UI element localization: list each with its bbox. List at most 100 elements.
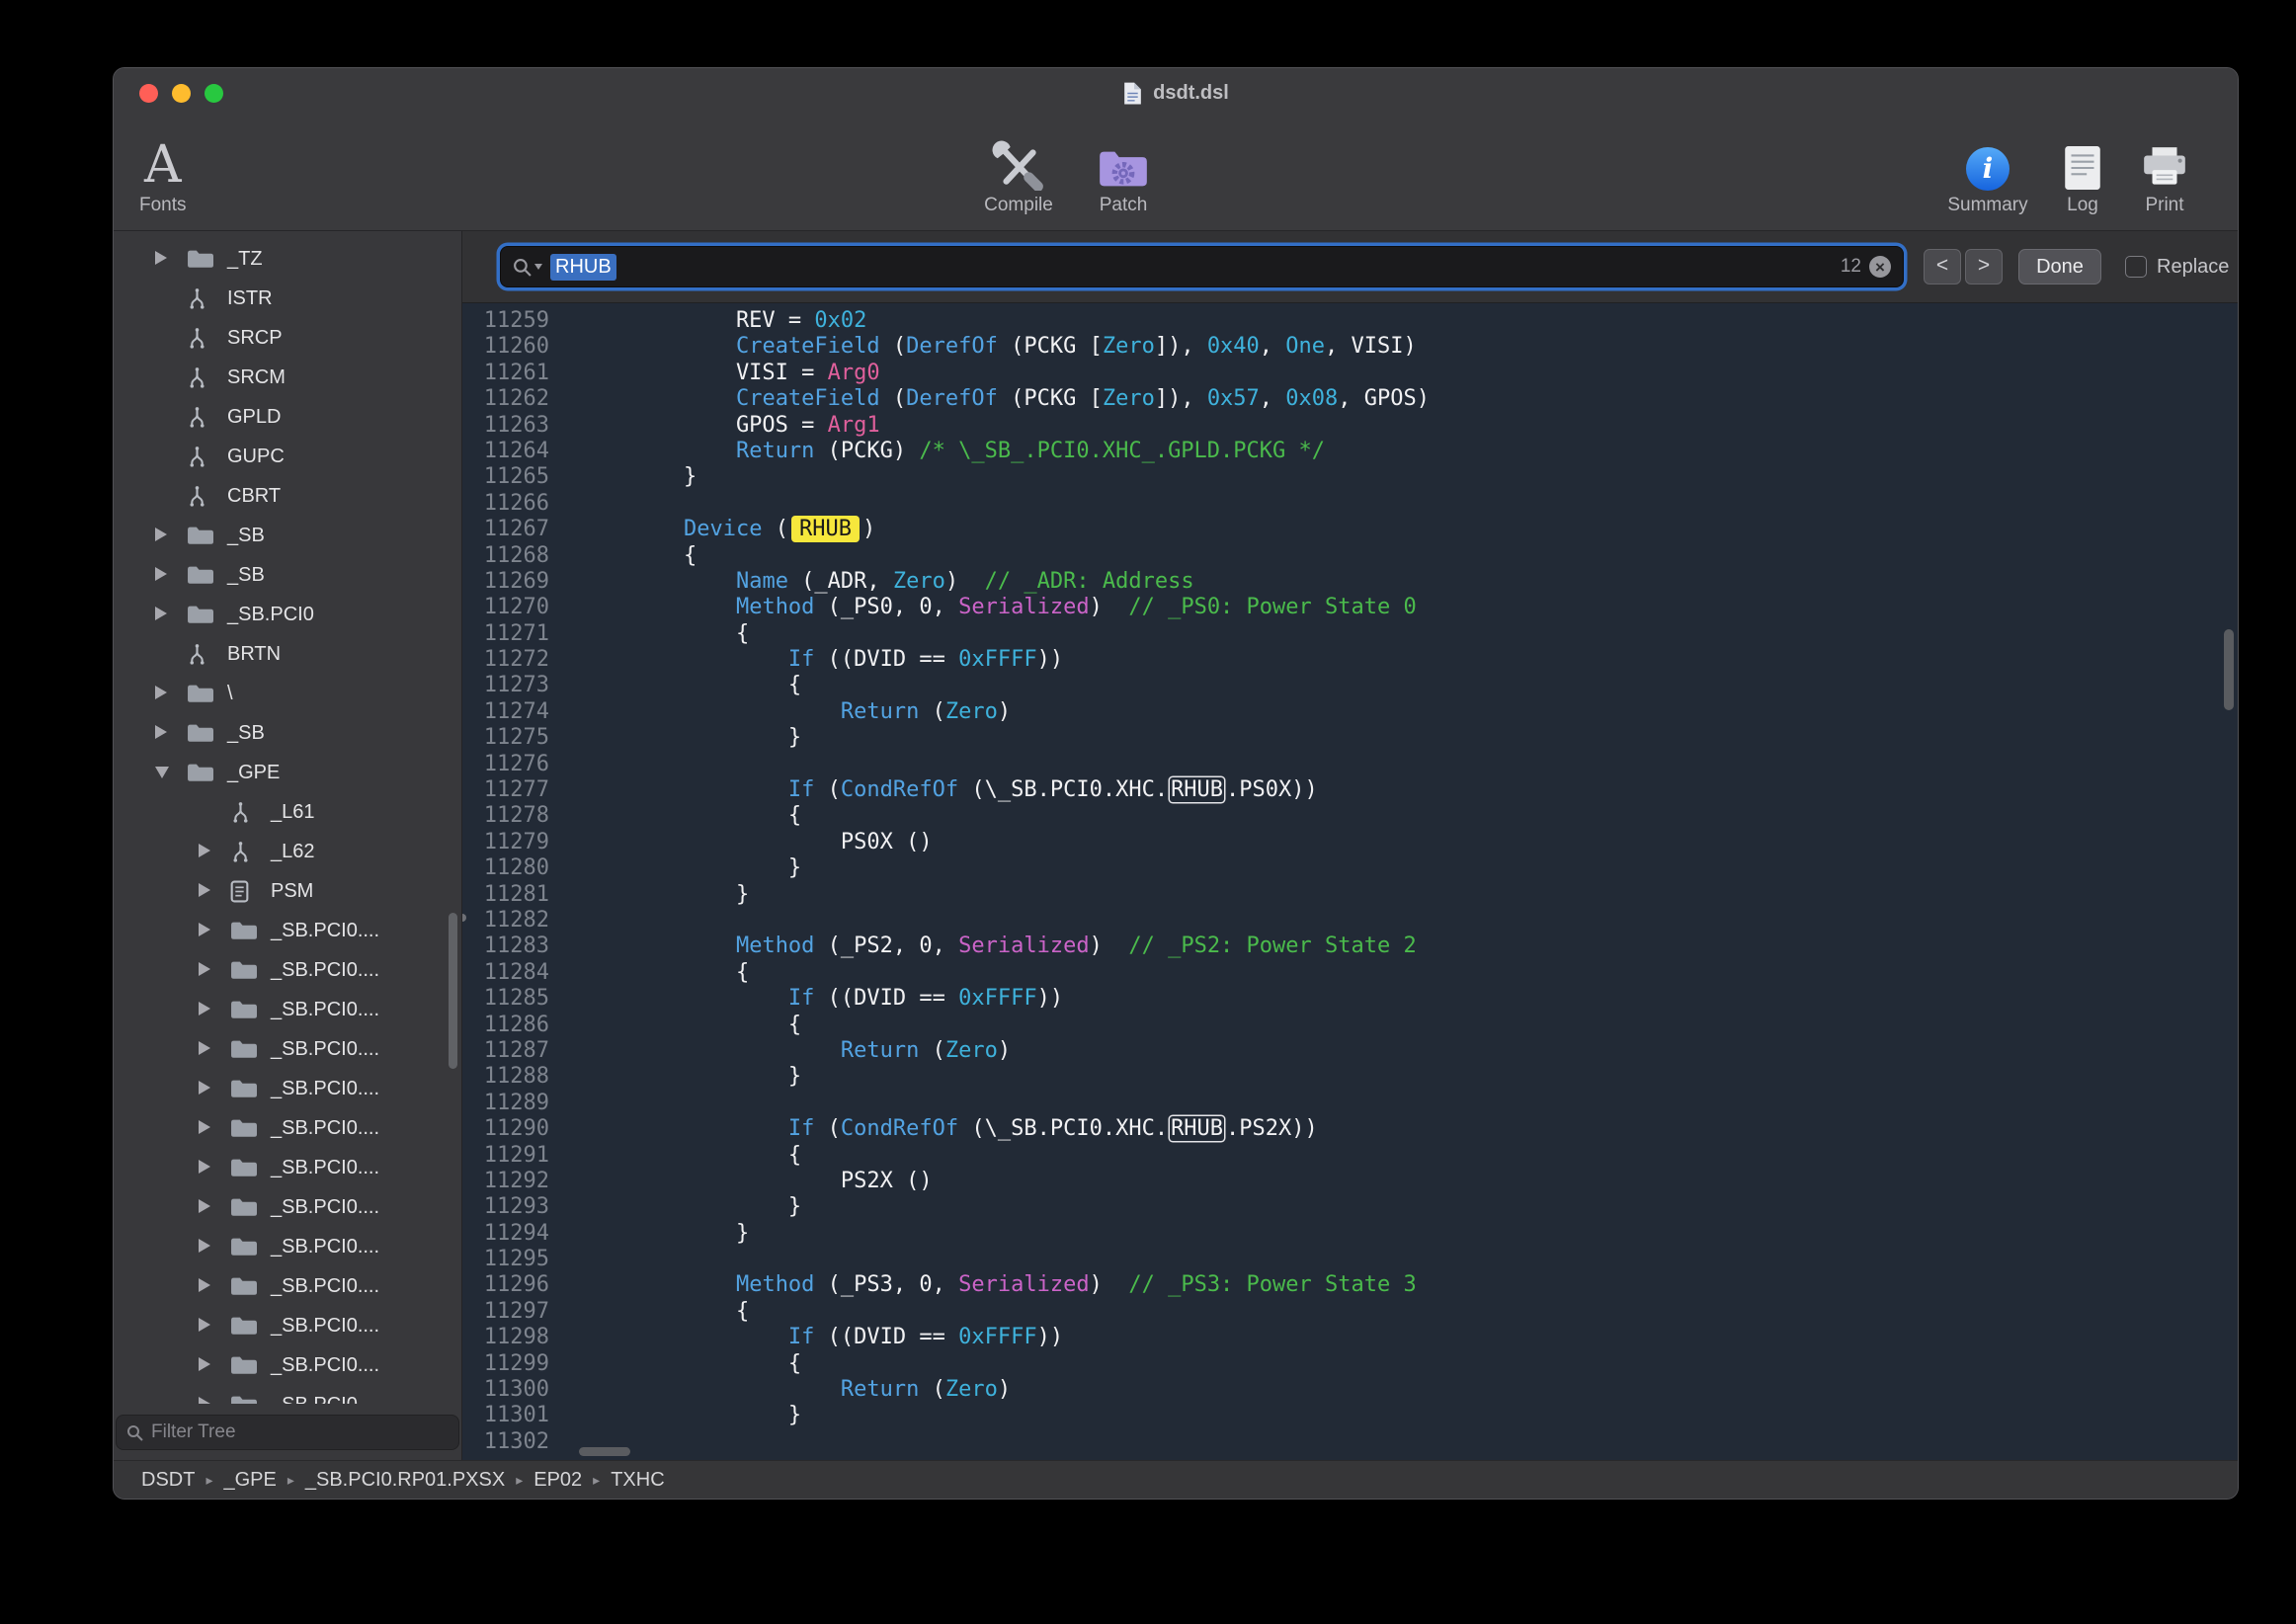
tree-item-_sb[interactable]: _SB xyxy=(114,713,461,753)
disclosure-triangle[interactable] xyxy=(199,1117,216,1140)
previous-match-button[interactable]: < xyxy=(1924,249,1961,284)
tree-item-_sbpci0[interactable]: _SB.PCI0 xyxy=(114,595,461,634)
code-line[interactable]: 11279 PS0X () xyxy=(462,830,2238,855)
tree-item-brtn[interactable]: BRTN xyxy=(114,634,461,674)
code-editor[interactable]: 11259 REV = 0x0211260 CreateField (Deref… xyxy=(462,303,2238,1461)
tree-item-psm[interactable]: PSM xyxy=(114,871,461,911)
find-input[interactable]: RHUB 12 × xyxy=(500,246,1904,287)
code-line[interactable]: 11274 Return (Zero) xyxy=(462,699,2238,725)
breadcrumb-item[interactable]: DSDT xyxy=(141,1469,195,1492)
disclosure-triangle[interactable] xyxy=(199,880,216,903)
sidebar-scrollbar[interactable] xyxy=(449,913,457,1069)
code-line[interactable]: 11302 xyxy=(462,1429,2238,1455)
code-line[interactable]: 11264 Return (PCKG) /* \_SB_.PCI0.XHC_.G… xyxy=(462,439,2238,464)
code-line[interactable]: 11293 } xyxy=(462,1194,2238,1220)
tree-item-istr[interactable]: ISTR xyxy=(114,279,461,318)
breadcrumb-item[interactable]: _SB.PCI0.RP01.PXSX xyxy=(305,1469,505,1492)
tree-item-_sb[interactable]: _SB xyxy=(114,516,461,555)
clear-search-icon[interactable]: × xyxy=(1869,256,1891,278)
code-line[interactable]: 11263 GPOS = Arg1 xyxy=(462,413,2238,439)
code-line[interactable]: 11277 If (CondRefOf (\_SB.PCI0.XHC.RHUB.… xyxy=(462,777,2238,803)
code-line[interactable]: 11265 } xyxy=(462,464,2238,490)
code-line[interactable]: 11266 xyxy=(462,491,2238,517)
tree-item-_sbpci0[interactable]: _SB.PCI0.... xyxy=(114,1029,461,1069)
code-line[interactable]: 11296 Method (_PS3, 0, Serialized) // _P… xyxy=(462,1272,2238,1298)
tree-item-_sbpci0[interactable]: _SB.PCI0.... xyxy=(114,1148,461,1187)
tree-item-_sbpci0[interactable]: _SB.PCI0.... xyxy=(114,1069,461,1108)
disclosure-triangle[interactable] xyxy=(155,683,173,705)
tree-item-_tz[interactable]: _TZ xyxy=(114,239,461,279)
find-match-current[interactable]: RHUB xyxy=(791,516,860,542)
code-line[interactable]: 11267 Device (RHUB) xyxy=(462,517,2238,542)
tree-item-srcm[interactable]: SRCM xyxy=(114,358,461,397)
disclosure-triangle[interactable] xyxy=(199,1354,216,1377)
code-line[interactable]: 11275 } xyxy=(462,725,2238,751)
tree-item-cbrt[interactable]: CBRT xyxy=(114,476,461,516)
tree-item-srcp[interactable]: SRCP xyxy=(114,318,461,358)
code-line[interactable]: 11261 VISI = Arg0 xyxy=(462,361,2238,386)
disclosure-triangle[interactable] xyxy=(155,564,173,587)
close-button[interactable] xyxy=(139,84,158,103)
code-line[interactable]: 11273 { xyxy=(462,673,2238,698)
compile-toolbar-button[interactable]: Compile xyxy=(971,125,1066,216)
tree-item-_sbpci0[interactable]: _SB.PCI0.... xyxy=(114,1266,461,1306)
code-line[interactable]: 11284 { xyxy=(462,960,2238,986)
tree-item-_l61[interactable]: _L61 xyxy=(114,792,461,832)
disclosure-triangle[interactable] xyxy=(155,762,173,784)
code-line[interactable]: 11294 } xyxy=(462,1221,2238,1247)
code-line[interactable]: 11292 PS2X () xyxy=(462,1169,2238,1194)
code-line[interactable]: 11301 } xyxy=(462,1403,2238,1428)
tree-item-_sb[interactable]: _SB xyxy=(114,555,461,595)
replace-checkbox[interactable] xyxy=(2125,256,2147,278)
code-line[interactable]: 11278 { xyxy=(462,803,2238,829)
code-line[interactable]: 11298 If ((DVID == 0xFFFF)) xyxy=(462,1325,2238,1350)
code-line[interactable]: 11269 Name (_ADR, Zero) // _ADR: Address xyxy=(462,569,2238,595)
code-line[interactable]: 11268 { xyxy=(462,543,2238,569)
disclosure-triangle[interactable] xyxy=(199,1275,216,1298)
editor-horizontal-scrollbar[interactable] xyxy=(579,1447,630,1456)
tree-item-_l62[interactable]: _L62 xyxy=(114,832,461,871)
tree-item-_sbpci0[interactable]: _SB.PCI0.... xyxy=(114,1187,461,1227)
code-line[interactable]: 11262 CreateField (DerefOf (PCKG [Zero])… xyxy=(462,386,2238,412)
code-line[interactable]: 11288 } xyxy=(462,1064,2238,1090)
code-line[interactable]: 11280 } xyxy=(462,855,2238,881)
code-line[interactable]: 11299 { xyxy=(462,1351,2238,1377)
breadcrumb-item[interactable]: TXHC xyxy=(611,1469,664,1492)
disclosure-triangle[interactable] xyxy=(199,1038,216,1061)
code-line[interactable]: 11289 xyxy=(462,1091,2238,1116)
code-line[interactable]: 11272 If ((DVID == 0xFFFF)) xyxy=(462,647,2238,673)
code-line[interactable]: 11297 { xyxy=(462,1299,2238,1325)
code-line[interactable]: 11271 { xyxy=(462,621,2238,647)
title-bar[interactable]: dsdt.dsl xyxy=(114,68,2238,118)
code-line[interactable]: 11283 Method (_PS2, 0, Serialized) // _P… xyxy=(462,934,2238,959)
disclosure-triangle[interactable] xyxy=(199,1078,216,1100)
code-line[interactable]: 11286 { xyxy=(462,1013,2238,1038)
find-match[interactable]: RHUB xyxy=(1170,1116,1224,1141)
code-line[interactable]: 11290 If (CondRefOf (\_SB.PCI0.XHC.RHUB.… xyxy=(462,1116,2238,1142)
disclosure-triangle[interactable] xyxy=(199,1315,216,1338)
disclosure-triangle[interactable] xyxy=(199,920,216,942)
tree-item-_sbpci0[interactable]: _SB.PCI0.... xyxy=(114,1385,461,1404)
breadcrumb-item[interactable]: EP02 xyxy=(533,1469,582,1492)
navigation-tree[interactable]: _TZISTRSRCPSRCMGPLDGUPCCBRT_SB_SB_SB.PCI… xyxy=(114,231,461,1404)
disclosure-triangle[interactable] xyxy=(199,1236,216,1259)
disclosure-triangle[interactable] xyxy=(155,248,173,271)
disclosure-triangle[interactable] xyxy=(199,959,216,982)
zoom-button[interactable] xyxy=(205,84,223,103)
fonts-toolbar-button[interactable]: A Fonts xyxy=(139,125,187,216)
summary-toolbar-button[interactable]: i Summary xyxy=(1943,125,2032,216)
disclosure-triangle[interactable] xyxy=(199,1196,216,1219)
done-button[interactable]: Done xyxy=(2018,249,2101,284)
patch-toolbar-button[interactable]: Patch xyxy=(1076,125,1171,216)
tree-item-_gpe[interactable]: _GPE xyxy=(114,753,461,792)
disclosure-triangle[interactable] xyxy=(155,604,173,626)
code-line[interactable]: 11285 If ((DVID == 0xFFFF)) xyxy=(462,986,2238,1012)
code-line[interactable]: 11270 Method (_PS0, 0, Serialized) // _P… xyxy=(462,595,2238,620)
filter-tree-input[interactable]: Filter Tree xyxy=(116,1415,459,1450)
disclosure-triangle[interactable] xyxy=(199,1394,216,1405)
minimize-button[interactable] xyxy=(172,84,191,103)
code-line[interactable]: 11260 CreateField (DerefOf (PCKG [Zero])… xyxy=(462,334,2238,360)
tree-item-_sbpci0[interactable]: _SB.PCI0.... xyxy=(114,1306,461,1345)
tree-item-_sbpci0[interactable]: _SB.PCI0.... xyxy=(114,1345,461,1385)
disclosure-triangle[interactable] xyxy=(155,722,173,745)
